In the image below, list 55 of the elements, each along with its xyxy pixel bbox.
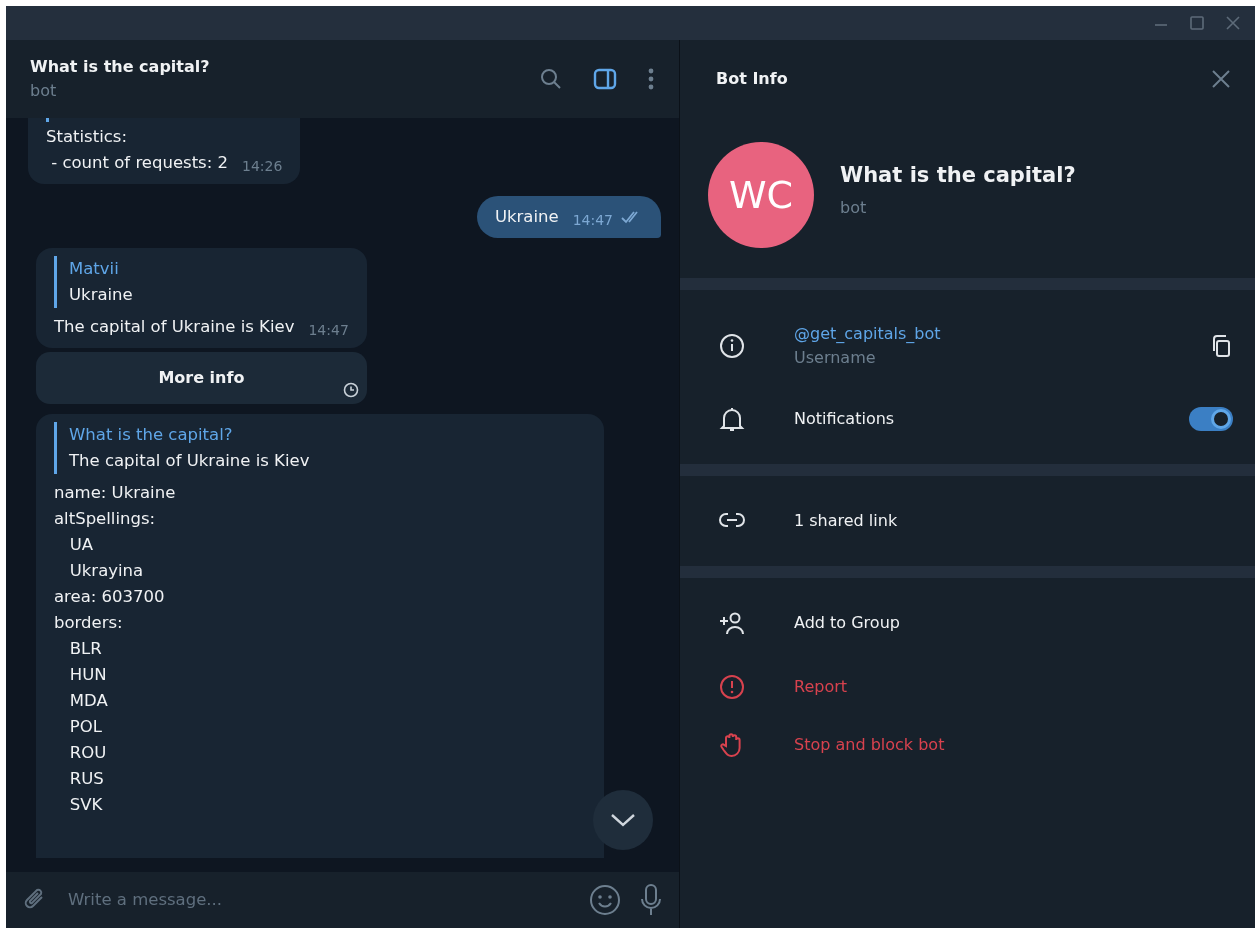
reply-author: What is the capital?: [69, 424, 234, 446]
copy-icon[interactable]: [1211, 334, 1233, 358]
message-text: POL: [68, 716, 103, 738]
message-time: 14:47: [308, 321, 349, 340]
message-text: HUN: [68, 664, 108, 686]
close-icon[interactable]: [1211, 69, 1231, 89]
more-icon[interactable]: [647, 67, 655, 91]
info-icon: [719, 333, 745, 359]
panel-title: Bot Info: [716, 68, 788, 90]
add-user-icon: [719, 610, 745, 636]
message-text: UA: [68, 534, 95, 556]
sidebar-toggle-icon[interactable]: [593, 67, 617, 91]
bell-icon: [719, 406, 745, 432]
menu-item[interactable]: Notifications: [794, 407, 895, 431]
row-label: Username: [794, 347, 876, 369]
chevron-down-icon: [610, 812, 636, 828]
chat-subtitle: bot: [30, 80, 58, 102]
message-text: borders:: [54, 612, 124, 634]
menu-item[interactable]: Add to Group: [794, 611, 900, 635]
avatar: WC: [708, 142, 814, 248]
message-time: 14:26: [242, 157, 283, 176]
message-text: BLR: [68, 638, 103, 660]
message-text: area: 603700: [54, 586, 166, 608]
keyboard-button[interactable]: More info: [36, 352, 367, 404]
message-bar[interactable]: Write a message...: [6, 872, 679, 928]
maximize-icon[interactable]: [1189, 15, 1205, 31]
reply-author: Matvii: [69, 258, 120, 280]
menu-item[interactable]: Stop and block bot: [794, 733, 945, 757]
message-input[interactable]: Write a message...: [66, 886, 571, 914]
message-text: ROU: [68, 742, 108, 764]
username-link[interactable]: @get_capitals_bot: [794, 322, 941, 346]
message-text: Statistics:: [46, 126, 128, 148]
emoji-icon[interactable]: [589, 884, 621, 916]
profile-subtitle: bot: [840, 196, 868, 219]
close-icon[interactable]: [1225, 15, 1241, 31]
message-text: The capital of Ukraine is Kiev: [54, 316, 295, 338]
message-text: altSpellings:: [54, 508, 157, 530]
message-text: MDA: [68, 690, 109, 712]
message-text: SVK: [68, 794, 104, 816]
notifications-toggle[interactable]: [1189, 407, 1233, 431]
microphone-icon[interactable]: [639, 883, 663, 917]
message-text: Ukraine: [494, 206, 559, 228]
message-text: Ukrayina: [68, 560, 145, 582]
menu-item[interactable]: Report: [794, 675, 848, 699]
menu-item[interactable]: 1 shared link: [794, 509, 898, 533]
message-text: name: Ukraine: [54, 482, 177, 504]
alert-icon: [719, 674, 745, 700]
reply-text: Ukraine: [69, 284, 134, 306]
search-icon[interactable]: [539, 67, 563, 91]
chat-title: What is the capital?: [30, 56, 211, 78]
profile-name: What is the capital?: [840, 162, 1076, 190]
message-time: 14:47: [572, 211, 613, 230]
message-text: - count of requests: 2: [50, 152, 228, 174]
reply-text: The capital of Ukraine is Kiev: [69, 450, 311, 472]
message-text: RUS: [68, 768, 105, 790]
